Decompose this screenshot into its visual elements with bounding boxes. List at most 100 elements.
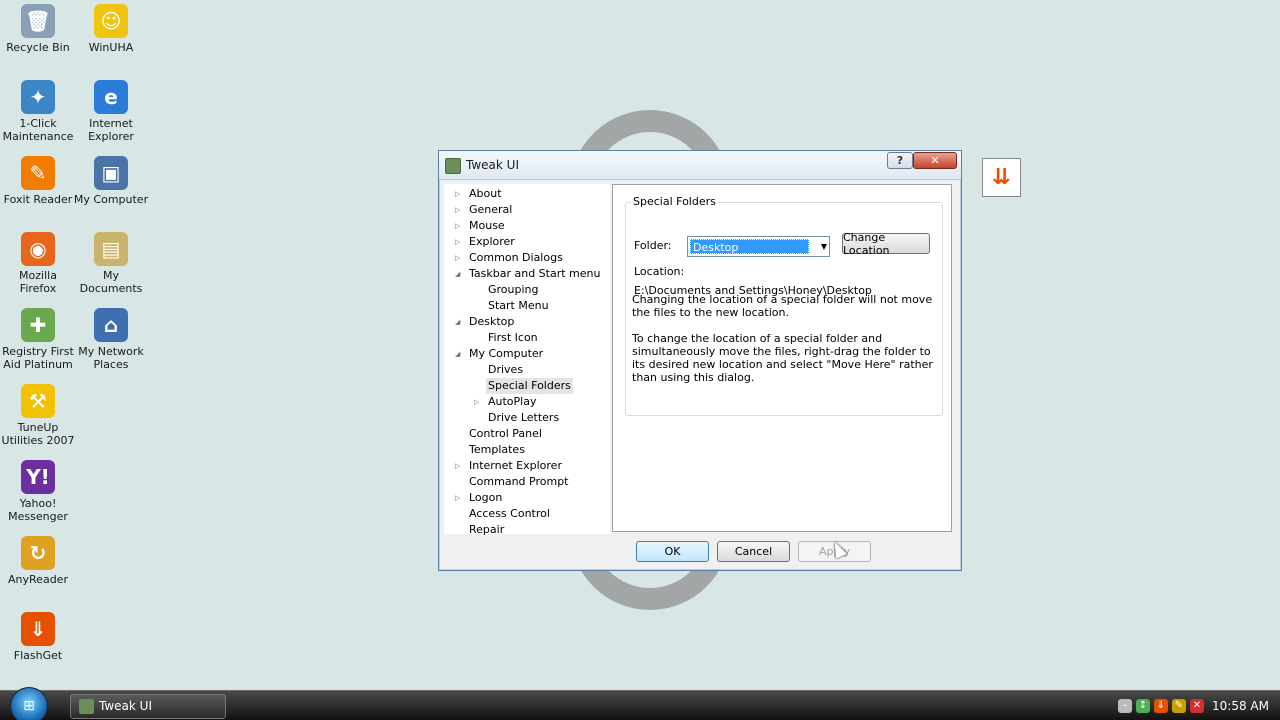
tree-item[interactable]: Special Folders bbox=[486, 378, 573, 394]
special-folders-panel: Special Folders Folder: Desktop ▼ Change… bbox=[612, 184, 952, 532]
help-button[interactable]: ? bbox=[887, 152, 913, 169]
network-places-icon: ⌂ bbox=[94, 308, 128, 342]
yahoo-messenger-icon: Y! bbox=[21, 460, 55, 494]
windows-logo-icon: ⊞ bbox=[23, 698, 35, 714]
desktop-icon[interactable]: ⇓ FlashGet bbox=[0, 612, 76, 662]
note-paragraph-1: Changing the location of a special folde… bbox=[632, 293, 933, 319]
anyreader-icon: ↻ bbox=[21, 536, 55, 570]
ok-button[interactable]: OK bbox=[636, 541, 709, 562]
desktop-icon[interactable]: e Internet Explorer bbox=[73, 80, 149, 143]
desktop-icon-label: Recycle Bin bbox=[6, 41, 70, 54]
desktop-icon-label: My Computer bbox=[73, 193, 149, 206]
recycle-bin-icon: 🗑 bbox=[21, 4, 55, 38]
clock[interactable]: 10:58 AM bbox=[1212, 699, 1269, 713]
desktop-icon[interactable]: ◉ Mozilla Firefox bbox=[0, 232, 76, 295]
tree-item[interactable]: Repair bbox=[469, 522, 504, 538]
flashget-drop-zone[interactable]: ⇊ bbox=[982, 158, 1021, 197]
tree-item[interactable]: About bbox=[469, 186, 502, 202]
foxit-reader-icon: ✎ bbox=[21, 156, 55, 190]
tray-stop-icon[interactable]: ✕ bbox=[1190, 699, 1204, 713]
desktop-icon-label: 1-Click Maintenance bbox=[2, 117, 74, 143]
tree-item[interactable]: Drives bbox=[488, 362, 523, 378]
location-label: Location: bbox=[634, 265, 685, 278]
tweak-ui-dialog: Tweak UI ? ✕ ▷ About ▷ General ▷ Mouse ▷ Explor… bbox=[438, 150, 962, 571]
tray-network-icon[interactable]: ↕ bbox=[1136, 699, 1150, 713]
desktop-icon-label: TuneUp Utilities 2007 bbox=[1, 421, 75, 447]
desktop-icon[interactable]: 🗑 Recycle Bin bbox=[0, 4, 76, 54]
tree-item[interactable]: AutoPlay bbox=[488, 394, 536, 410]
start-button[interactable]: ⊞ bbox=[10, 687, 48, 720]
tree-item[interactable]: Access Control bbox=[469, 506, 550, 522]
tree-item[interactable]: Taskbar and Start menu bbox=[469, 266, 600, 282]
firefox-icon: ◉ bbox=[21, 232, 55, 266]
tree-item[interactable]: Mouse bbox=[469, 218, 505, 234]
winuha-icon: ☺ bbox=[94, 4, 128, 38]
desktop-icon-label: Registry First Aid Platinum bbox=[2, 345, 74, 371]
dialog-title: Tweak UI bbox=[466, 158, 519, 172]
tree-expander-icon[interactable]: ▷ bbox=[455, 250, 463, 266]
taskbar-item-label: Tweak UI bbox=[99, 699, 152, 713]
tree-item[interactable]: Explorer bbox=[469, 234, 515, 250]
desktop-icon-label: AnyReader bbox=[8, 573, 68, 586]
my-documents-icon: ▤ bbox=[94, 232, 128, 266]
desktop-icon-label: My Network Places bbox=[78, 345, 144, 371]
tray-minus-icon[interactable]: – bbox=[1118, 699, 1132, 713]
tree-item[interactable]: Grouping bbox=[488, 282, 539, 298]
group-title: Special Folders bbox=[631, 195, 718, 208]
tree-item[interactable]: Common Dialogs bbox=[469, 250, 563, 266]
taskbar-item-tweak-ui[interactable]: Tweak UI bbox=[70, 694, 226, 719]
tree-expander-icon[interactable]: ▷ bbox=[474, 394, 482, 410]
tree-item[interactable]: Start Menu bbox=[488, 298, 549, 314]
change-location-button[interactable]: Change Location bbox=[842, 231, 930, 257]
dialog-titlebar[interactable]: Tweak UI ? ✕ bbox=[439, 151, 961, 180]
tree-item[interactable]: General bbox=[469, 202, 512, 218]
tree-expander-icon[interactable]: ▷ bbox=[455, 202, 463, 218]
tree-item[interactable]: Templates bbox=[469, 442, 525, 458]
desktop-icon[interactable]: ⌂ My Network Places bbox=[73, 308, 149, 371]
tree-expander-icon[interactable]: ▷ bbox=[455, 218, 463, 234]
note-paragraph-2: To change the location of a special fold… bbox=[632, 332, 933, 384]
tweak-ui-app-icon bbox=[445, 158, 461, 174]
desktop-icon[interactable]: ✦ 1-Click Maintenance bbox=[0, 80, 76, 143]
desktop-icon[interactable]: ✚ Registry First Aid Platinum bbox=[0, 308, 76, 371]
tree-expander-icon[interactable]: ◢ bbox=[455, 314, 463, 330]
tuneup-icon: ⚒ bbox=[21, 384, 55, 418]
tree-expander-icon[interactable]: ▷ bbox=[455, 490, 463, 506]
desktop-icon-label: WinUHA bbox=[88, 41, 134, 54]
desktop-icon[interactable]: ▤ My Documents bbox=[73, 232, 149, 295]
tree-item[interactable]: Logon bbox=[469, 490, 502, 506]
folder-label: Folder: bbox=[634, 239, 672, 252]
tree-item[interactable]: First Icon bbox=[488, 330, 538, 346]
desktop-icon-label: Internet Explorer bbox=[88, 117, 134, 143]
flashget-icon: ⇓ bbox=[21, 612, 55, 646]
tree-item[interactable]: Desktop bbox=[469, 314, 514, 330]
tree-item[interactable]: Internet Explorer bbox=[469, 458, 562, 474]
tree-item[interactable]: Command Prompt bbox=[469, 474, 569, 490]
close-button[interactable]: ✕ bbox=[913, 152, 957, 169]
tree-expander-icon[interactable]: ▷ bbox=[455, 234, 463, 250]
tree-item[interactable]: Control Panel bbox=[469, 426, 542, 442]
tray-flashget-icon[interactable]: ⇓ bbox=[1154, 699, 1168, 713]
tree-expander-icon[interactable]: ◢ bbox=[455, 266, 463, 282]
maintenance-icon: ✦ bbox=[21, 80, 55, 114]
double-arrow-down-icon: ⇊ bbox=[992, 165, 1011, 190]
desktop-icon[interactable]: ☺ WinUHA bbox=[73, 4, 149, 54]
desktop-icon-label: FlashGet bbox=[13, 649, 63, 662]
tree-item[interactable]: Drive Letters bbox=[488, 410, 559, 426]
tweak-ui-taskbar-icon bbox=[79, 699, 94, 714]
cancel-button[interactable]: Cancel bbox=[717, 541, 790, 562]
folder-select[interactable]: Desktop ▼ bbox=[687, 236, 830, 257]
desktop-icon[interactable]: ▣ My Computer bbox=[73, 156, 149, 206]
taskbar: ⊞ Tweak UI – ↕ ⇓ ✎ ✕ 10:58 AM bbox=[0, 687, 1280, 720]
desktop-icon[interactable]: ✎ Foxit Reader bbox=[0, 156, 76, 206]
tree-expander-icon[interactable]: ▷ bbox=[455, 458, 463, 474]
desktop-icon[interactable]: ↻ AnyReader bbox=[0, 536, 76, 586]
desktop-icon[interactable]: ⚒ TuneUp Utilities 2007 bbox=[0, 384, 76, 447]
tree-expander-icon[interactable]: ▷ bbox=[455, 186, 463, 202]
desktop-icon[interactable]: Y! Yahoo! Messenger bbox=[0, 460, 76, 523]
tray-utility-icon[interactable]: ✎ bbox=[1172, 699, 1186, 713]
desktop-icon-label: Mozilla Firefox bbox=[19, 269, 57, 295]
tree-item[interactable]: My Computer bbox=[469, 346, 543, 362]
tree-expander-icon[interactable]: ◢ bbox=[455, 346, 463, 362]
internet-explorer-icon: e bbox=[94, 80, 128, 114]
